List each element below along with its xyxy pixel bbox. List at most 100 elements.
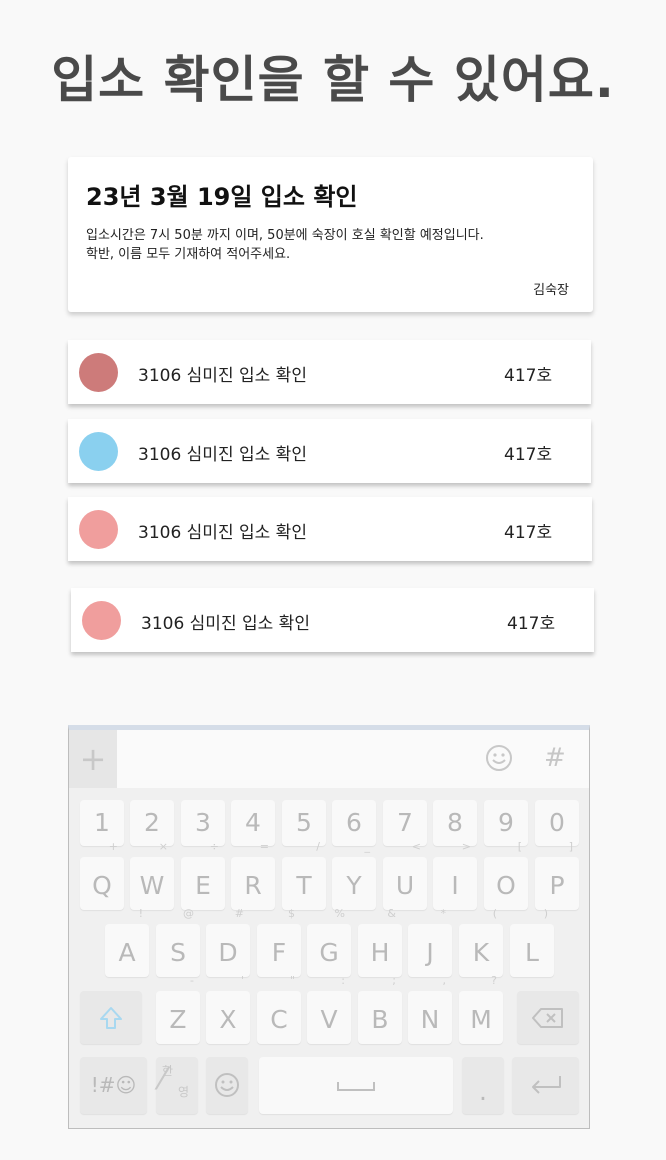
entry-item[interactable]: 3106 심미진 입소 확인 417호 bbox=[68, 419, 591, 483]
key-label: W bbox=[139, 871, 165, 900]
key-label: P bbox=[549, 871, 565, 900]
entry-name: 3106 심미진 입소 확인 bbox=[138, 366, 307, 386]
entry-color-dot bbox=[79, 353, 118, 392]
key-label: Y bbox=[346, 871, 362, 900]
key-j[interactable]: * J bbox=[408, 908, 452, 977]
entry-item[interactable]: 3106 심미진 입소 확인 417호 bbox=[68, 340, 591, 404]
key-p[interactable]: ] P bbox=[535, 841, 579, 910]
notice-body: 입소시간은 7시 50분 까지 이며, 50분에 숙장이 호실 확인할 예정입니… bbox=[86, 226, 484, 264]
key-z[interactable]: -Z bbox=[156, 975, 200, 1044]
plus-button[interactable]: + bbox=[69, 730, 117, 788]
key-x[interactable]: ' X bbox=[206, 975, 250, 1044]
key-sub: ; bbox=[392, 974, 396, 987]
key-sub: & bbox=[387, 907, 396, 920]
key-label: T bbox=[296, 871, 312, 900]
emoji-icon bbox=[215, 1073, 239, 1097]
key-r[interactable]: = R bbox=[231, 841, 275, 910]
key-i[interactable]: > I bbox=[433, 841, 477, 910]
key-label: E bbox=[195, 871, 211, 900]
key-label: U bbox=[395, 871, 415, 900]
notice-author: 김숙장 bbox=[533, 283, 569, 298]
notice-card[interactable]: 23년 3월 19일 입소 확인 입소시간은 7시 50분 까지 이며, 50분… bbox=[68, 157, 593, 312]
entry-item[interactable]: 3106 심미진 입소 확인 417호 bbox=[68, 497, 592, 561]
key-sub: _ bbox=[364, 840, 371, 853]
key-label: Z bbox=[169, 1005, 187, 1034]
key-sub: / bbox=[316, 840, 320, 853]
key-q[interactable]: + Q bbox=[80, 841, 124, 910]
key-t[interactable]: / T bbox=[282, 841, 326, 910]
key-sub: ! bbox=[138, 907, 143, 920]
key-b[interactable]: ; B bbox=[358, 975, 402, 1044]
hash-button[interactable]: # bbox=[544, 743, 566, 773]
key-g[interactable]: % G bbox=[307, 908, 351, 977]
key-label: H bbox=[370, 938, 390, 967]
key-label: B bbox=[371, 1005, 389, 1034]
emoji-key[interactable] bbox=[206, 1057, 248, 1114]
key-v[interactable]: :V bbox=[307, 975, 351, 1044]
entry-name: 3106 심미진 입소 확인 bbox=[141, 614, 310, 634]
shift-icon bbox=[100, 1007, 122, 1029]
key-label: I bbox=[451, 871, 459, 900]
key-sub: # bbox=[234, 907, 244, 920]
key-l[interactable]: ) L bbox=[510, 908, 554, 977]
emoji-icon[interactable] bbox=[485, 744, 513, 772]
key-sub: - bbox=[190, 974, 194, 987]
key-label: S bbox=[170, 938, 186, 967]
space-icon bbox=[337, 1082, 375, 1091]
key-label: C bbox=[270, 1005, 288, 1034]
key-u[interactable]: < U bbox=[383, 841, 427, 910]
entry-color-dot bbox=[79, 510, 118, 549]
key-sub: = bbox=[259, 840, 269, 853]
key-label: A bbox=[118, 938, 136, 967]
notice-body-line-1: 입소시간은 7시 50분 까지 이며, 50분에 숙장이 호실 확인할 예정입니… bbox=[86, 228, 484, 243]
backspace-button[interactable] bbox=[517, 991, 579, 1044]
key-label: F bbox=[271, 938, 287, 967]
key-sub: > bbox=[461, 840, 471, 853]
key-d[interactable]: # D bbox=[206, 908, 250, 977]
key-m[interactable]: ? M bbox=[459, 975, 503, 1044]
key-sub: ? bbox=[491, 974, 497, 987]
notice-title: 23년 3월 19일 입소 확인 bbox=[86, 183, 358, 211]
key-n[interactable]: ,N bbox=[408, 975, 452, 1044]
notice-body-line-2: 학반, 이름 모두 기재하여 적어주세요. bbox=[86, 247, 291, 262]
entry-room: 417호 bbox=[504, 523, 553, 543]
entry-room: 417호 bbox=[504, 445, 553, 465]
page-headline: 입소 확인을 할 수 있어요. bbox=[51, 51, 615, 109]
key-sub: ( bbox=[492, 907, 497, 920]
shift-button[interactable] bbox=[80, 991, 142, 1044]
key-label: O bbox=[496, 871, 516, 900]
key-label: M bbox=[470, 1005, 492, 1034]
key-sub: % bbox=[334, 907, 345, 920]
key-sub: ' bbox=[240, 974, 244, 987]
entry-room: 417호 bbox=[507, 614, 556, 634]
key-e[interactable]: ÷ E bbox=[181, 841, 225, 910]
language-toggle-button[interactable]: 한 ⁄ 영 bbox=[156, 1057, 198, 1114]
space-bar[interactable] bbox=[259, 1057, 453, 1114]
enter-button[interactable] bbox=[512, 1057, 579, 1114]
key-sub: * bbox=[440, 907, 447, 920]
symbols-button[interactable]: !#☺ bbox=[80, 1057, 147, 1114]
key-sub: " bbox=[289, 974, 295, 987]
key-label: N bbox=[420, 1005, 440, 1034]
key-label: K bbox=[472, 938, 490, 967]
entry-name: 3106 심미진 입소 확인 bbox=[138, 445, 307, 465]
key-f[interactable]: $ F bbox=[257, 908, 301, 977]
key-w[interactable]: × W bbox=[130, 841, 174, 910]
entry-color-dot bbox=[82, 601, 121, 640]
key-h[interactable]: & H bbox=[358, 908, 402, 977]
key-sub: < bbox=[411, 840, 421, 853]
entry-item[interactable]: 3106 심미진 입소 확인 417호 bbox=[71, 588, 594, 652]
key-s[interactable]: @ S bbox=[156, 908, 200, 977]
key-o[interactable]: [O bbox=[484, 841, 528, 910]
key-c[interactable]: " C bbox=[257, 975, 301, 1044]
enter-icon bbox=[531, 1076, 561, 1094]
key-sub: [ bbox=[517, 840, 522, 853]
key-k[interactable]: (K bbox=[459, 908, 503, 977]
key-sub: + bbox=[108, 840, 118, 853]
key-sub: : bbox=[341, 974, 345, 987]
period-key[interactable]: . bbox=[462, 1057, 504, 1114]
key-a[interactable]: ! A bbox=[105, 908, 149, 977]
key-y[interactable]: _ Y bbox=[332, 841, 376, 910]
entry-name: 3106 심미진 입소 확인 bbox=[138, 523, 307, 543]
key-sub: $ bbox=[288, 907, 295, 920]
